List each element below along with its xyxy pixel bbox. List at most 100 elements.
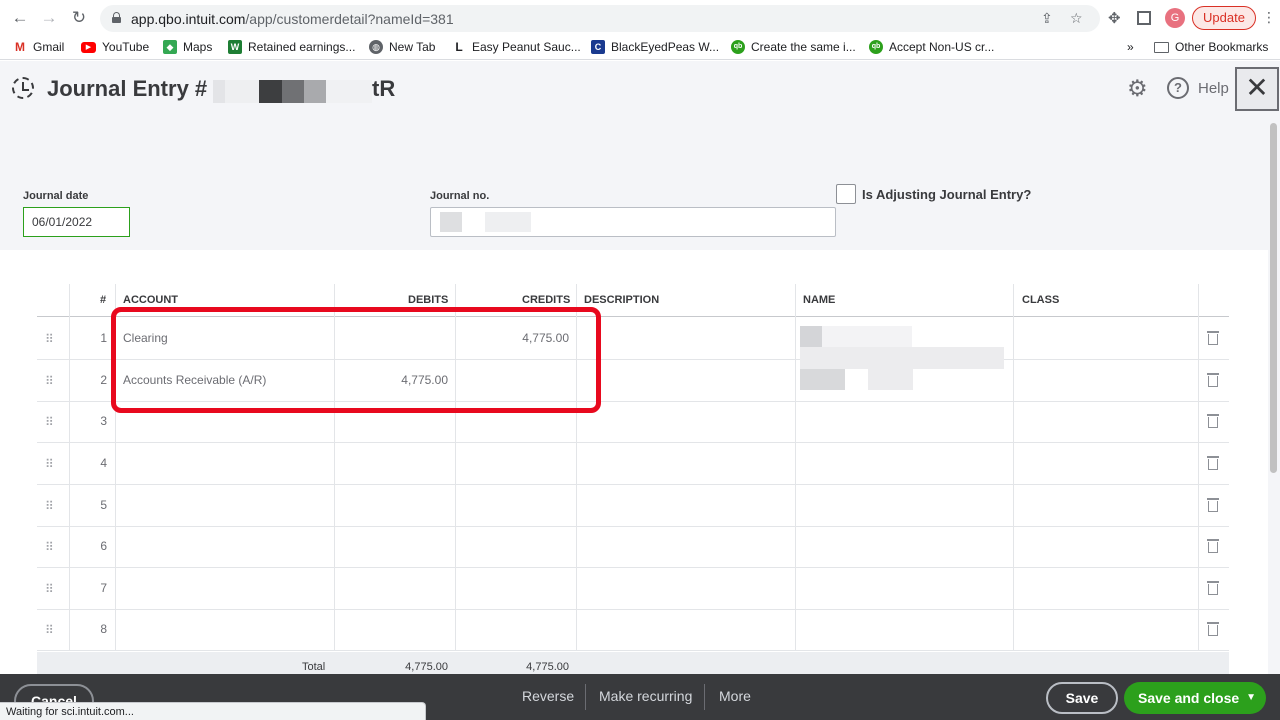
globe-icon: ◍ bbox=[369, 40, 383, 54]
bookmark-label: Retained earnings... bbox=[248, 40, 356, 54]
table-row[interactable]: ⠿ 7 bbox=[37, 568, 1229, 610]
maps-icon: ◆ bbox=[163, 40, 177, 54]
bookmarks-bar: M Gmail ▶ YouTube ◆ Maps W Retained earnings… bbox=[0, 36, 1280, 60]
row-number: 3 bbox=[100, 414, 107, 428]
adjusting-entry-label: Is Adjusting Journal Entry? bbox=[862, 187, 1032, 202]
trash-icon[interactable] bbox=[1207, 455, 1219, 470]
bookmark-label: YouTube bbox=[102, 40, 150, 54]
url-path: /app/customerdetail?nameId=381 bbox=[245, 11, 454, 27]
adjusting-entry-checkbox[interactable] bbox=[836, 184, 856, 204]
address-bar[interactable]: app.qbo.intuit.com/app/customerdetail?na… bbox=[100, 5, 1100, 32]
table-row[interactable]: ⠿ 6 bbox=[37, 526, 1229, 568]
gear-icon[interactable]: ⚙ bbox=[1127, 75, 1148, 102]
c-icon: C bbox=[591, 40, 605, 54]
recent-transactions-icon[interactable] bbox=[12, 77, 34, 99]
trash-icon[interactable] bbox=[1207, 372, 1219, 387]
row-number: 8 bbox=[100, 622, 107, 636]
bookmark-label: New Tab bbox=[389, 40, 436, 54]
folder-icon bbox=[1154, 41, 1169, 53]
lock-icon bbox=[112, 12, 121, 23]
make-recurring-link[interactable]: Make recurring bbox=[599, 688, 692, 704]
save-and-close-label: Save and close bbox=[1138, 690, 1240, 706]
trash-icon[interactable] bbox=[1207, 580, 1219, 595]
qb-icon: qb bbox=[731, 40, 745, 54]
more-link[interactable]: More bbox=[719, 688, 751, 704]
column-header-description: DESCRIPTION bbox=[584, 294, 660, 306]
bookmark-youtube[interactable]: ▶ YouTube bbox=[81, 40, 149, 54]
trash-icon[interactable] bbox=[1207, 413, 1219, 428]
journal-no-label: Journal no. bbox=[430, 190, 490, 202]
redacted-block bbox=[800, 369, 845, 390]
extensions-icon[interactable]: ✥ bbox=[1108, 9, 1121, 27]
side-panel-icon[interactable] bbox=[1137, 11, 1151, 25]
drag-handle-icon[interactable]: ⠿ bbox=[45, 332, 54, 346]
bookmark-label: Gmail bbox=[33, 40, 65, 54]
trash-icon[interactable] bbox=[1207, 621, 1219, 636]
drag-handle-icon[interactable]: ⠿ bbox=[45, 623, 54, 637]
reverse-link[interactable]: Reverse bbox=[522, 688, 574, 704]
page-title: Journal Entry # bbox=[47, 76, 208, 101]
redacted-block bbox=[868, 369, 913, 390]
drag-handle-icon[interactable]: ⠿ bbox=[45, 499, 54, 513]
bookmark-peanut-sauce[interactable]: L Easy Peanut Sauc... bbox=[452, 40, 581, 54]
table-row[interactable]: ⠿ 4 bbox=[37, 443, 1229, 485]
bookmark-create-same[interactable]: qb Create the same i... bbox=[731, 40, 856, 54]
redacted-block bbox=[822, 326, 912, 348]
save-button[interactable]: Save bbox=[1046, 682, 1118, 714]
reload-icon[interactable]: ↻ bbox=[68, 7, 90, 29]
bookmark-label: Easy Peanut Sauc... bbox=[472, 40, 581, 54]
row-number: 2 bbox=[100, 373, 107, 387]
help-label[interactable]: Help bbox=[1198, 80, 1229, 97]
column-header-credits: CREDITS bbox=[522, 294, 571, 306]
redacted-block bbox=[304, 80, 326, 103]
journal-date-input[interactable]: 06/01/2022 bbox=[23, 207, 130, 237]
other-bookmarks[interactable]: Other Bookmarks bbox=[1154, 40, 1268, 54]
footer-divider bbox=[704, 684, 705, 710]
help-icon[interactable]: ? bbox=[1167, 77, 1189, 99]
trash-icon[interactable] bbox=[1207, 330, 1219, 345]
drag-handle-icon[interactable]: ⠿ bbox=[45, 457, 54, 471]
drag-handle-icon[interactable]: ⠿ bbox=[45, 374, 54, 388]
table-row[interactable]: ⠿ 5 bbox=[37, 485, 1229, 527]
page-scrollbar[interactable] bbox=[1268, 115, 1280, 674]
profile-avatar[interactable]: G bbox=[1165, 8, 1185, 28]
star-icon[interactable]: ☆ bbox=[1070, 10, 1083, 27]
redacted-block bbox=[326, 80, 372, 103]
forward-arrow-icon[interactable]: → bbox=[38, 7, 60, 29]
drag-handle-icon[interactable]: ⠿ bbox=[45, 415, 54, 429]
row-number: 7 bbox=[100, 581, 107, 595]
row-number: 6 bbox=[100, 539, 107, 553]
redacted-block bbox=[282, 80, 304, 103]
bookmark-accept-non-us[interactable]: qb Accept Non-US cr... bbox=[869, 40, 994, 54]
trash-icon[interactable] bbox=[1207, 538, 1219, 553]
back-arrow-icon[interactable]: ← bbox=[9, 7, 31, 29]
drag-handle-icon[interactable]: ⠿ bbox=[45, 582, 54, 596]
save-and-close-button[interactable]: Save and close ▼ bbox=[1124, 682, 1266, 714]
drag-handle-icon[interactable]: ⠿ bbox=[45, 540, 54, 554]
url-host: app.qbo.intuit.com bbox=[131, 11, 246, 27]
redacted-block bbox=[485, 212, 531, 232]
chevron-down-icon[interactable]: ▼ bbox=[1246, 682, 1256, 714]
table-row[interactable]: ⠿ 8 bbox=[37, 609, 1229, 651]
row-number: 1 bbox=[100, 331, 107, 345]
bookmark-retained-earnings[interactable]: W Retained earnings... bbox=[228, 40, 355, 54]
column-header-num: # bbox=[100, 294, 107, 306]
bookmark-maps[interactable]: ◆ Maps bbox=[163, 40, 212, 54]
menu-kebab-icon[interactable]: ⋮ bbox=[1262, 9, 1276, 26]
bookmark-new-tab[interactable]: ◍ New Tab bbox=[369, 40, 435, 54]
journal-no-input[interactable] bbox=[430, 207, 836, 237]
l-icon: L bbox=[452, 40, 466, 54]
redacted-block bbox=[800, 326, 822, 348]
trash-icon[interactable] bbox=[1207, 497, 1219, 512]
youtube-icon: ▶ bbox=[81, 41, 96, 53]
bookmark-gmail[interactable]: M Gmail bbox=[13, 40, 64, 54]
close-button[interactable]: ✕ bbox=[1235, 67, 1279, 111]
redacted-block bbox=[440, 212, 462, 232]
bookmarks-overflow[interactable]: » bbox=[1127, 40, 1134, 54]
redacted-block bbox=[259, 80, 282, 103]
scroll-thumb[interactable] bbox=[1270, 123, 1277, 473]
update-button[interactable]: Update bbox=[1192, 6, 1256, 30]
share-icon[interactable]: ⇪ bbox=[1041, 10, 1053, 27]
close-icon: ✕ bbox=[1245, 72, 1269, 103]
bookmark-blackeyedpeas[interactable]: C BlackEyedPeas W... bbox=[591, 40, 719, 54]
